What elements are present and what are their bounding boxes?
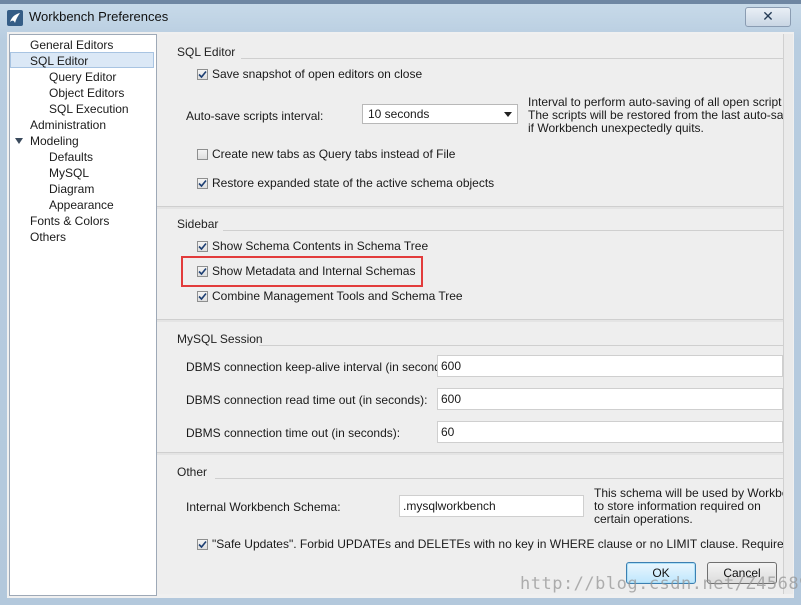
dialog-body: General Editors SQL Editor Query Editor … xyxy=(7,32,794,598)
watermark-text: http://blog.csdn.net/Z45689 xyxy=(520,574,801,594)
autosave-interval-select[interactable]: 10 seconds xyxy=(362,104,518,124)
autosave-interval-label: Auto-save scripts interval: xyxy=(186,109,324,123)
show-schema-contents-checkbox[interactable] xyxy=(197,241,208,252)
autosave-interval-value: 10 seconds xyxy=(368,107,430,121)
section-divider xyxy=(241,58,783,59)
tree-item-query-editor[interactable]: Query Editor xyxy=(49,69,116,85)
section-title: Other xyxy=(177,465,208,479)
tree-item-sql-editor[interactable]: SQL Editor xyxy=(10,52,154,68)
settings-pane: SQL Editor Save snapshot of open editors… xyxy=(157,34,783,594)
title-bar[interactable]: Workbench Preferences ✕ xyxy=(0,4,801,30)
show-schema-contents-label: Show Schema Contents in Schema Tree xyxy=(212,239,429,253)
tree-item-mysql[interactable]: MySQL xyxy=(49,165,89,181)
new-tabs-checkbox[interactable] xyxy=(197,149,208,160)
preferences-tree[interactable]: General Editors SQL Editor Query Editor … xyxy=(9,34,157,596)
tree-item-object-editors[interactable]: Object Editors xyxy=(49,85,124,101)
combine-tools-checkbox[interactable] xyxy=(197,291,208,302)
tree-item-defaults[interactable]: Defaults xyxy=(49,149,93,165)
connection-timeout-input[interactable]: 60 xyxy=(437,421,783,443)
sidebar-section: Sidebar Show Schema Contents in Schema T… xyxy=(157,209,783,320)
tree-item-modeling[interactable]: Modeling xyxy=(30,133,79,149)
safe-updates-label: "Safe Updates". Forbid UPDATEs and DELET… xyxy=(212,537,783,551)
close-window-button[interactable]: ✕ xyxy=(745,7,791,27)
read-timeout-input[interactable]: 600 xyxy=(437,388,783,410)
vertical-scrollbar[interactable] xyxy=(783,34,793,594)
window-title: Workbench Preferences xyxy=(29,9,169,24)
save-snapshot-checkbox[interactable] xyxy=(197,69,208,80)
combine-tools-label: Combine Management Tools and Schema Tree xyxy=(212,289,463,303)
connection-timeout-label: DBMS connection time out (in seconds): xyxy=(186,426,401,440)
tree-item-administration[interactable]: Administration xyxy=(30,117,106,133)
internal-schema-label: Internal Workbench Schema: xyxy=(186,500,341,514)
autosave-note-line-3: if Workbench unexpectedly quits. xyxy=(528,121,704,135)
tree-item-sql-execution[interactable]: SQL Execution xyxy=(49,101,129,117)
section-title: SQL Editor xyxy=(177,45,236,59)
safe-updates-checkbox[interactable] xyxy=(197,539,208,550)
keepalive-label: DBMS connection keep-alive interval (in … xyxy=(186,360,455,374)
tree-item-others[interactable]: Others xyxy=(30,229,66,245)
restore-state-label: Restore expanded state of the active sch… xyxy=(212,176,495,190)
tree-item-general-editors[interactable]: General Editors xyxy=(30,37,113,53)
new-tabs-label: Create new tabs as Query tabs instead of… xyxy=(212,147,456,161)
red-highlight-box xyxy=(181,256,423,287)
section-divider xyxy=(215,478,783,479)
dropdown-arrow-icon xyxy=(504,112,512,117)
restore-state-checkbox[interactable] xyxy=(197,178,208,189)
keepalive-input[interactable]: 600 xyxy=(437,355,783,377)
section-title: Sidebar xyxy=(177,217,219,231)
tree-item-appearance[interactable]: Appearance xyxy=(49,197,114,213)
section-divider xyxy=(223,230,783,231)
window-frame: Workbench Preferences ✕ General Editors … xyxy=(0,0,801,605)
workbench-dolphin-icon xyxy=(7,10,23,26)
read-timeout-label: DBMS connection read time out (in second… xyxy=(186,393,428,407)
internal-schema-input[interactable]: .mysqlworkbench xyxy=(399,495,584,517)
section-divider xyxy=(259,345,783,346)
mysql-session-section: MySQL Session DBMS connection keep-alive… xyxy=(157,322,783,453)
schema-note-line-3: certain operations. xyxy=(594,512,693,526)
sql-editor-section: SQL Editor Save snapshot of open editors… xyxy=(157,34,783,207)
save-snapshot-label: Save snapshot of open editors on close xyxy=(212,67,423,81)
tree-item-diagram[interactable]: Diagram xyxy=(49,181,94,197)
section-title: MySQL Session xyxy=(177,332,263,346)
expand-triangle-icon[interactable] xyxy=(15,138,23,144)
tree-item-fonts-colors[interactable]: Fonts & Colors xyxy=(30,213,109,229)
